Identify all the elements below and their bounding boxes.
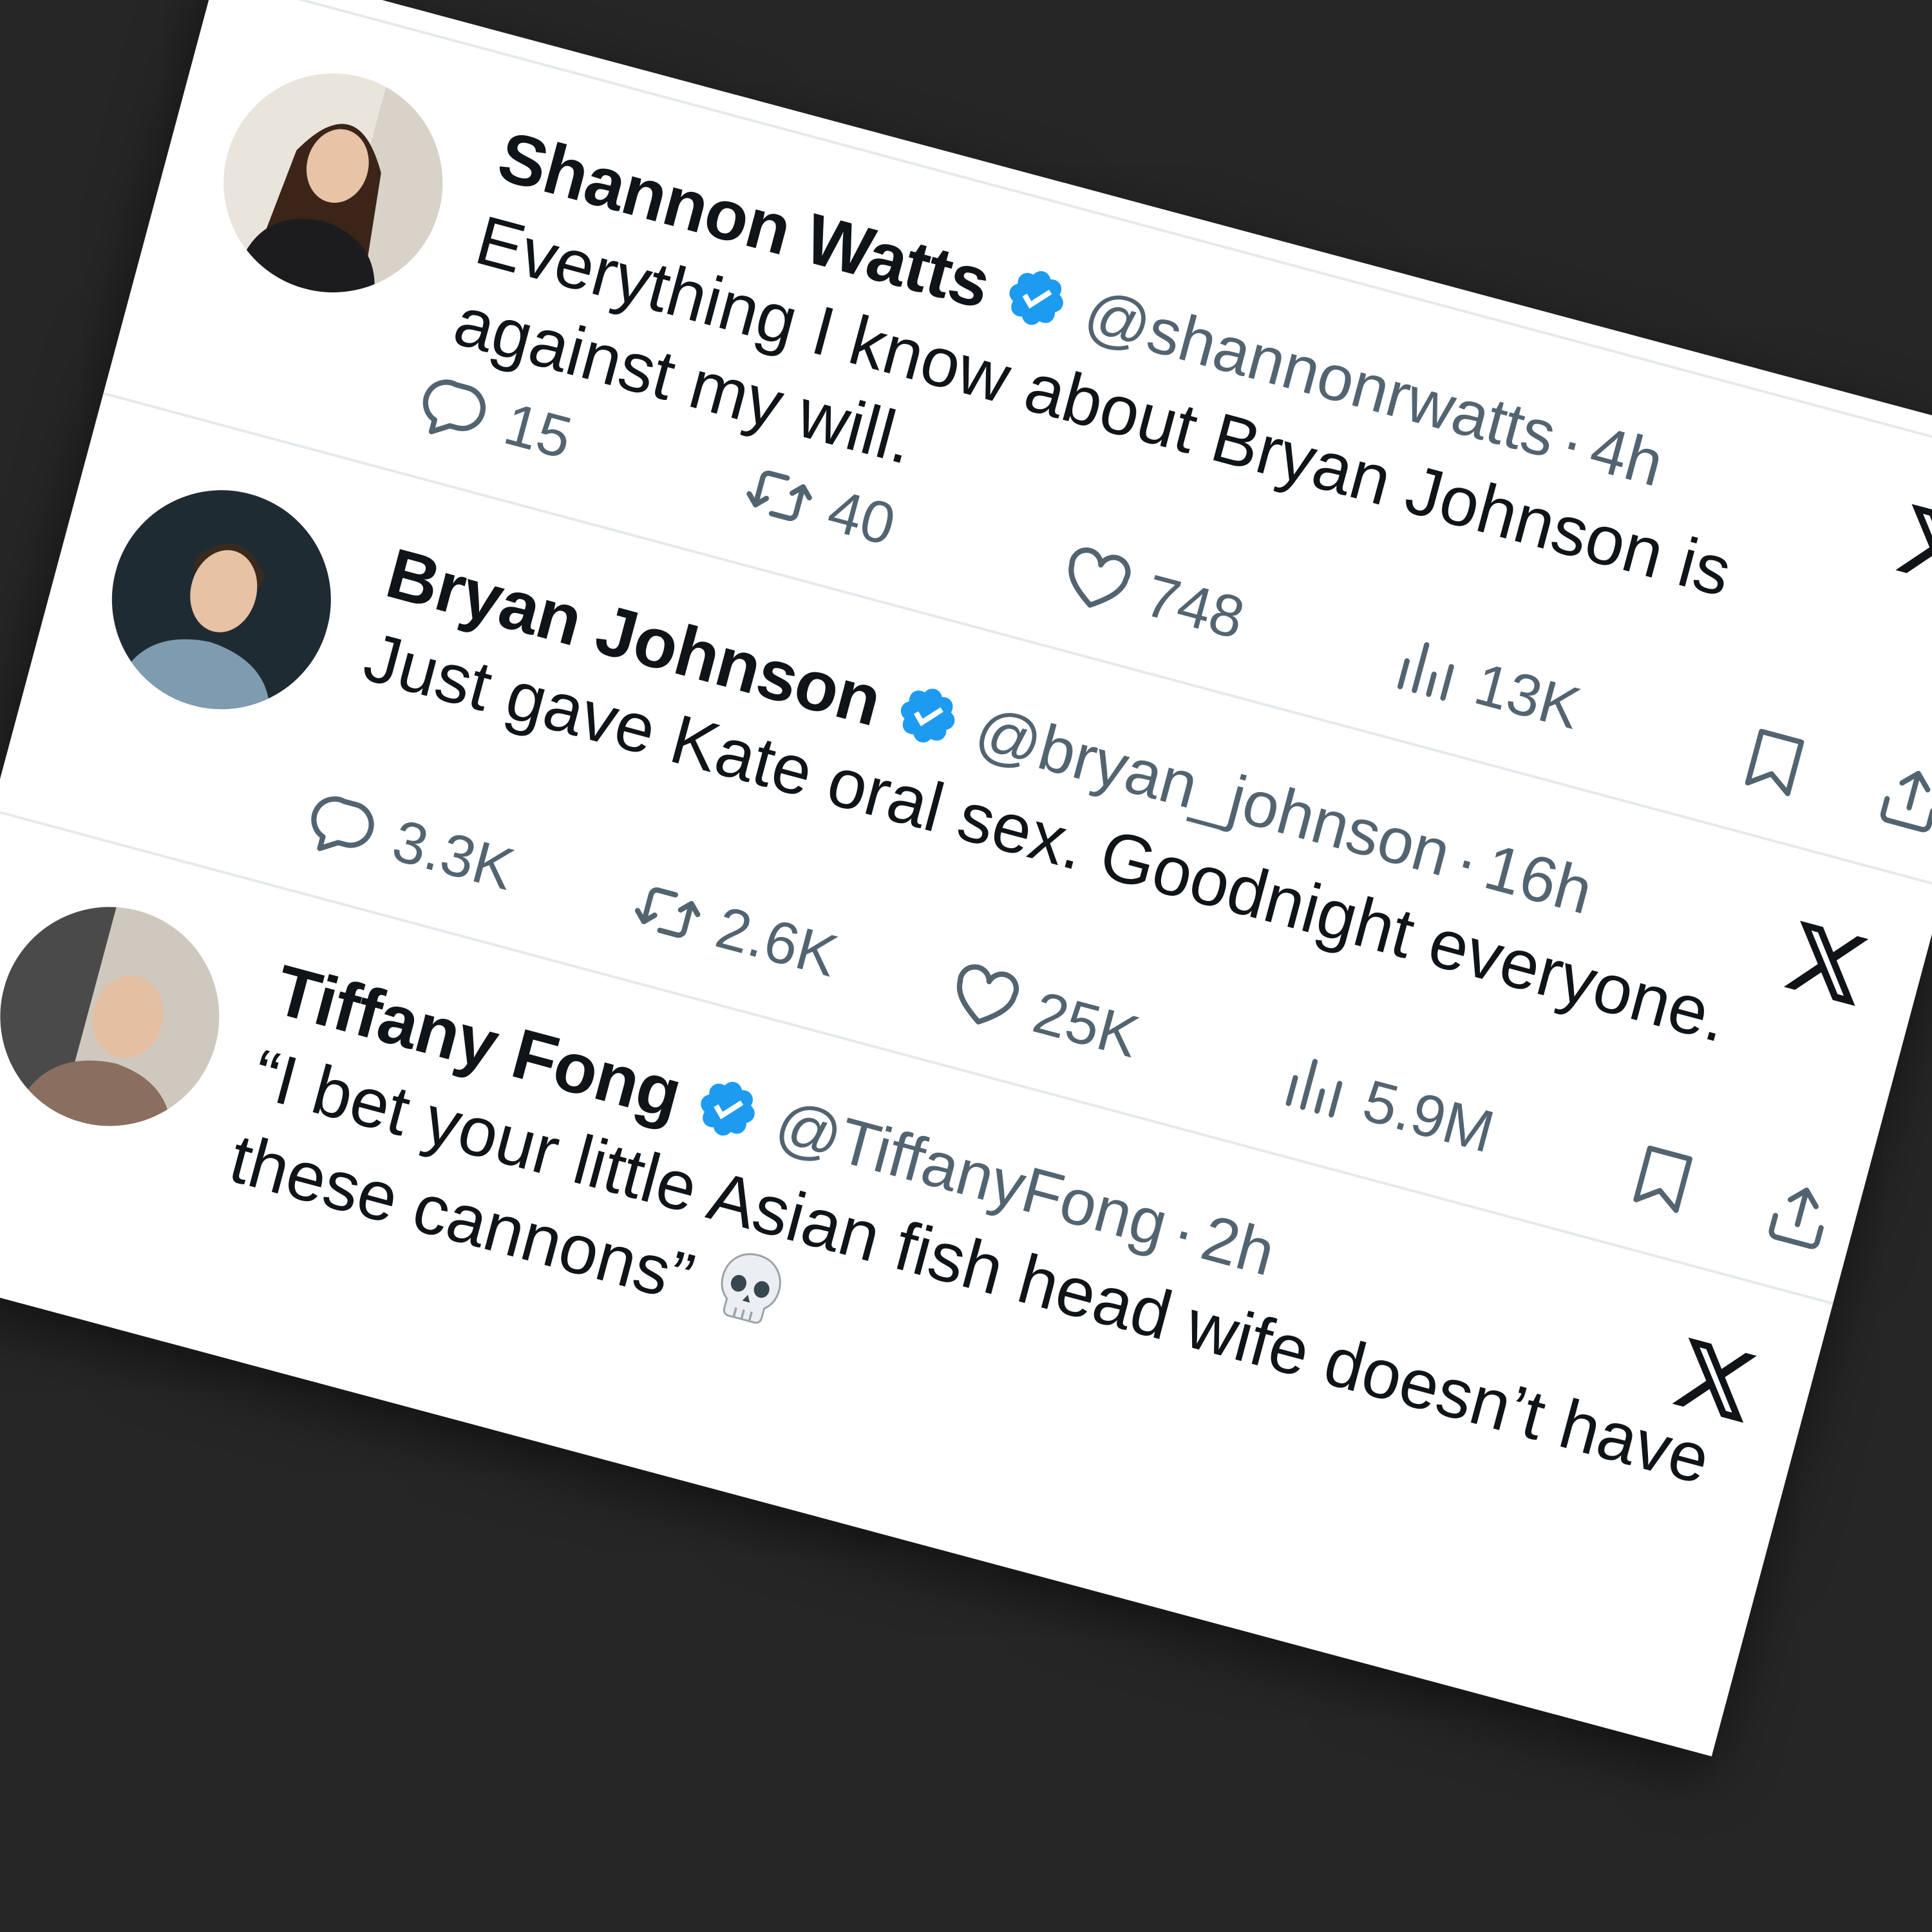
verified-badge-icon (688, 1069, 767, 1148)
verified-badge-icon (888, 676, 967, 755)
repost-icon (624, 869, 711, 956)
heart-icon (1053, 538, 1140, 625)
reply-icon (301, 782, 388, 869)
bookmark-button[interactable] (1619, 1133, 1707, 1226)
tweet-collage-card: Shannon Watts @shannonrwatts · 4h Everyt… (0, 0, 1932, 1757)
bookmark-icon (1731, 719, 1818, 806)
skull-emoji-icon (701, 1240, 797, 1341)
repost-count: 40 (821, 477, 902, 558)
verified-badge-icon (997, 259, 1075, 337)
timestamp[interactable]: 2h (1194, 1200, 1282, 1291)
views-icon (1383, 626, 1470, 713)
reply-button[interactable]: 3.3K (300, 779, 522, 908)
avatar-tiffany-fong[interactable] (0, 882, 244, 1151)
heart-icon (942, 954, 1028, 1041)
views-count: 13K (1468, 650, 1587, 742)
like-count: 25K (1027, 979, 1146, 1070)
repost-count: 2.6K (709, 894, 845, 989)
share-button[interactable] (1867, 753, 1932, 846)
bookmark-button[interactable] (1730, 716, 1819, 809)
repost-icon (736, 453, 823, 540)
share-button[interactable] (1756, 1170, 1844, 1262)
share-icon (1756, 1173, 1843, 1260)
reply-count: 3.3K (386, 807, 521, 903)
repost-button[interactable]: 2.6K (623, 866, 846, 995)
views-button[interactable]: 5.9M (1271, 1039, 1502, 1171)
views-icon (1271, 1043, 1358, 1130)
reply-count: 15 (497, 390, 579, 471)
like-count: 748 (1138, 562, 1251, 652)
avatar-bryan-johnson[interactable] (87, 465, 356, 734)
share-icon (1868, 756, 1932, 843)
like-button[interactable]: 25K (941, 951, 1148, 1075)
reply-icon (412, 366, 499, 453)
avatar-shannon-watts[interactable] (199, 48, 468, 317)
timestamp[interactable]: 4h (1583, 411, 1671, 501)
views-count: 5.9M (1356, 1067, 1501, 1165)
bookmark-icon (1620, 1136, 1707, 1223)
